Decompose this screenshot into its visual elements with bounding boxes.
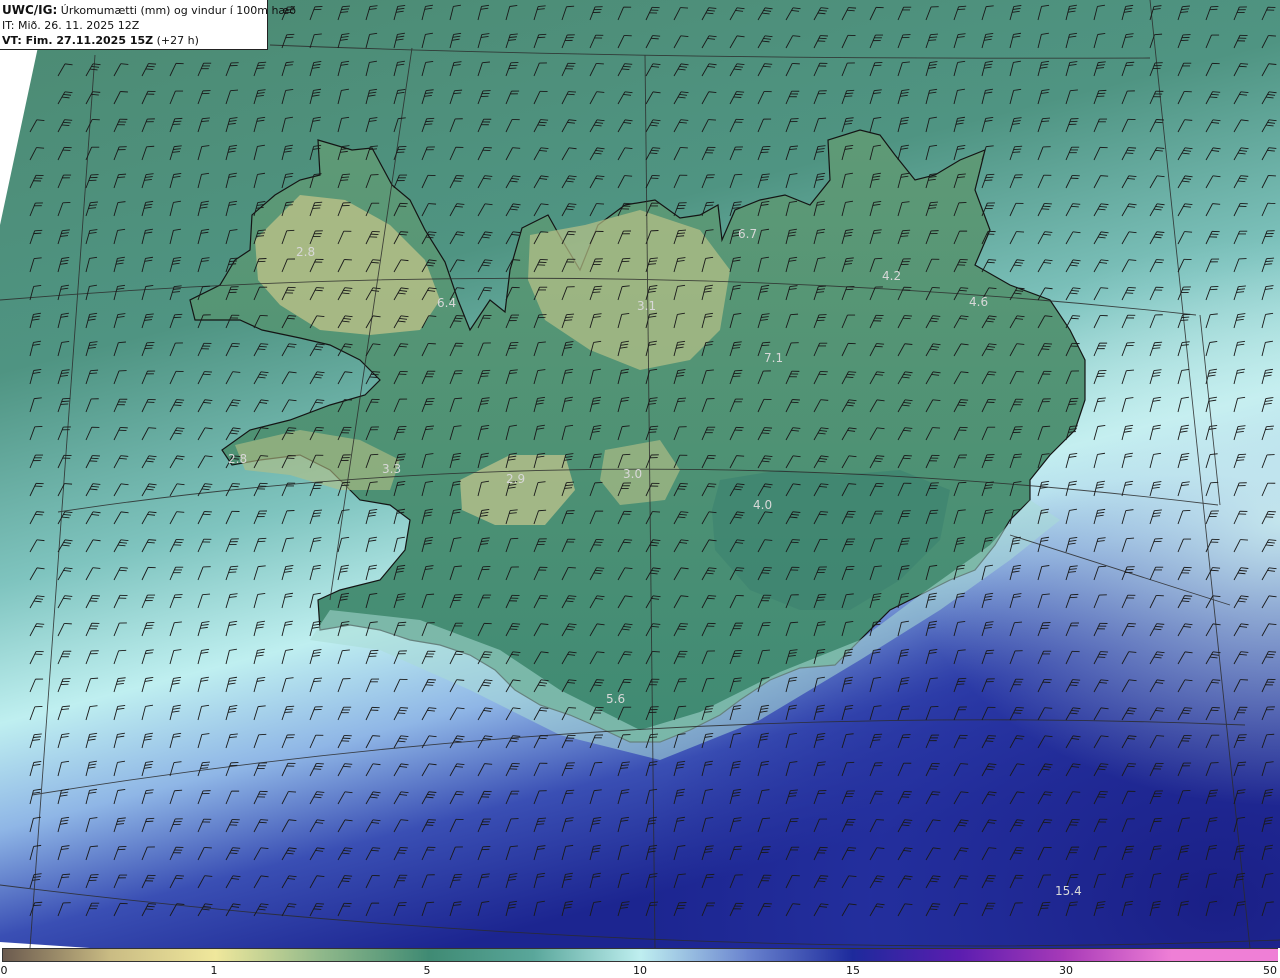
value-label: 6.7 (738, 227, 757, 241)
value-label: 2.8 (228, 452, 247, 466)
forecast-map: 2.8 6.4 6.7 3.1 7.1 4.2 4.6 2.8 3.3 2.9 … (0, 0, 1280, 978)
value-label: 4.0 (753, 498, 772, 512)
value-label: 3.1 (637, 299, 656, 313)
colorbar-segment (746, 949, 854, 961)
value-label: 2.9 (506, 472, 525, 486)
colorbar-label: 50 (1263, 964, 1277, 977)
value-label: 15.4 (1055, 884, 1082, 898)
valid-time-line: VT: Fim. 27.11.2025 15Z (+27 h) (2, 33, 267, 48)
colorbar-segment (215, 949, 323, 961)
map-canvas: 2.8 6.4 6.7 3.1 7.1 4.2 4.6 2.8 3.3 2.9 … (0, 0, 1280, 948)
value-label: 7.1 (764, 351, 783, 365)
colorbar-segment (427, 949, 535, 961)
value-label: 5.6 (606, 692, 625, 706)
value-label: 6.4 (437, 296, 456, 310)
colorbar-segment (3, 949, 111, 961)
colorbar-label: 1 (210, 964, 218, 977)
valid-time: VT: Fim. 27.11.2025 15Z (2, 34, 154, 47)
colorbar-label: 5 (423, 964, 431, 977)
colorbar-segment (1064, 949, 1172, 961)
colorbar-segment (533, 949, 641, 961)
value-label: 2.8 (296, 245, 315, 259)
colorbar-segment (321, 949, 429, 961)
map-info-box: UWC/IG: Úrkomumætti (mm) og vindur í 100… (0, 0, 296, 50)
colorbar-label: 30 (1059, 964, 1073, 977)
colorbar-segment (958, 949, 1066, 961)
forecast-lead: (+27 h) (156, 34, 199, 47)
colorbar-segment (640, 949, 748, 961)
colorbar-label: 0 (0, 964, 8, 977)
colorbar-segment (852, 949, 960, 961)
map-title-line: UWC/IG: Úrkomumætti (mm) og vindur í 100… (2, 3, 296, 18)
colorbar-segment (109, 949, 217, 961)
issue-time: IT: Mið. 26. 11. 2025 12Z (2, 19, 140, 32)
colorbar-label: 15 (846, 964, 860, 977)
map-title: Úrkomumætti (mm) og vindur í 100m hæð (60, 4, 296, 17)
colorbar-legend: 0 1 5 10 15 30 50 (0, 948, 1280, 978)
value-label: 4.2 (882, 269, 901, 283)
colorbar-label: 10 (633, 964, 647, 977)
value-label: 3.0 (623, 467, 642, 481)
value-label: 3.3 (382, 462, 401, 476)
colorbar-strip (2, 948, 1278, 962)
value-label: 4.6 (969, 295, 988, 309)
product-code: UWC/IG: (2, 3, 58, 17)
colorbar-segment (1170, 949, 1278, 961)
